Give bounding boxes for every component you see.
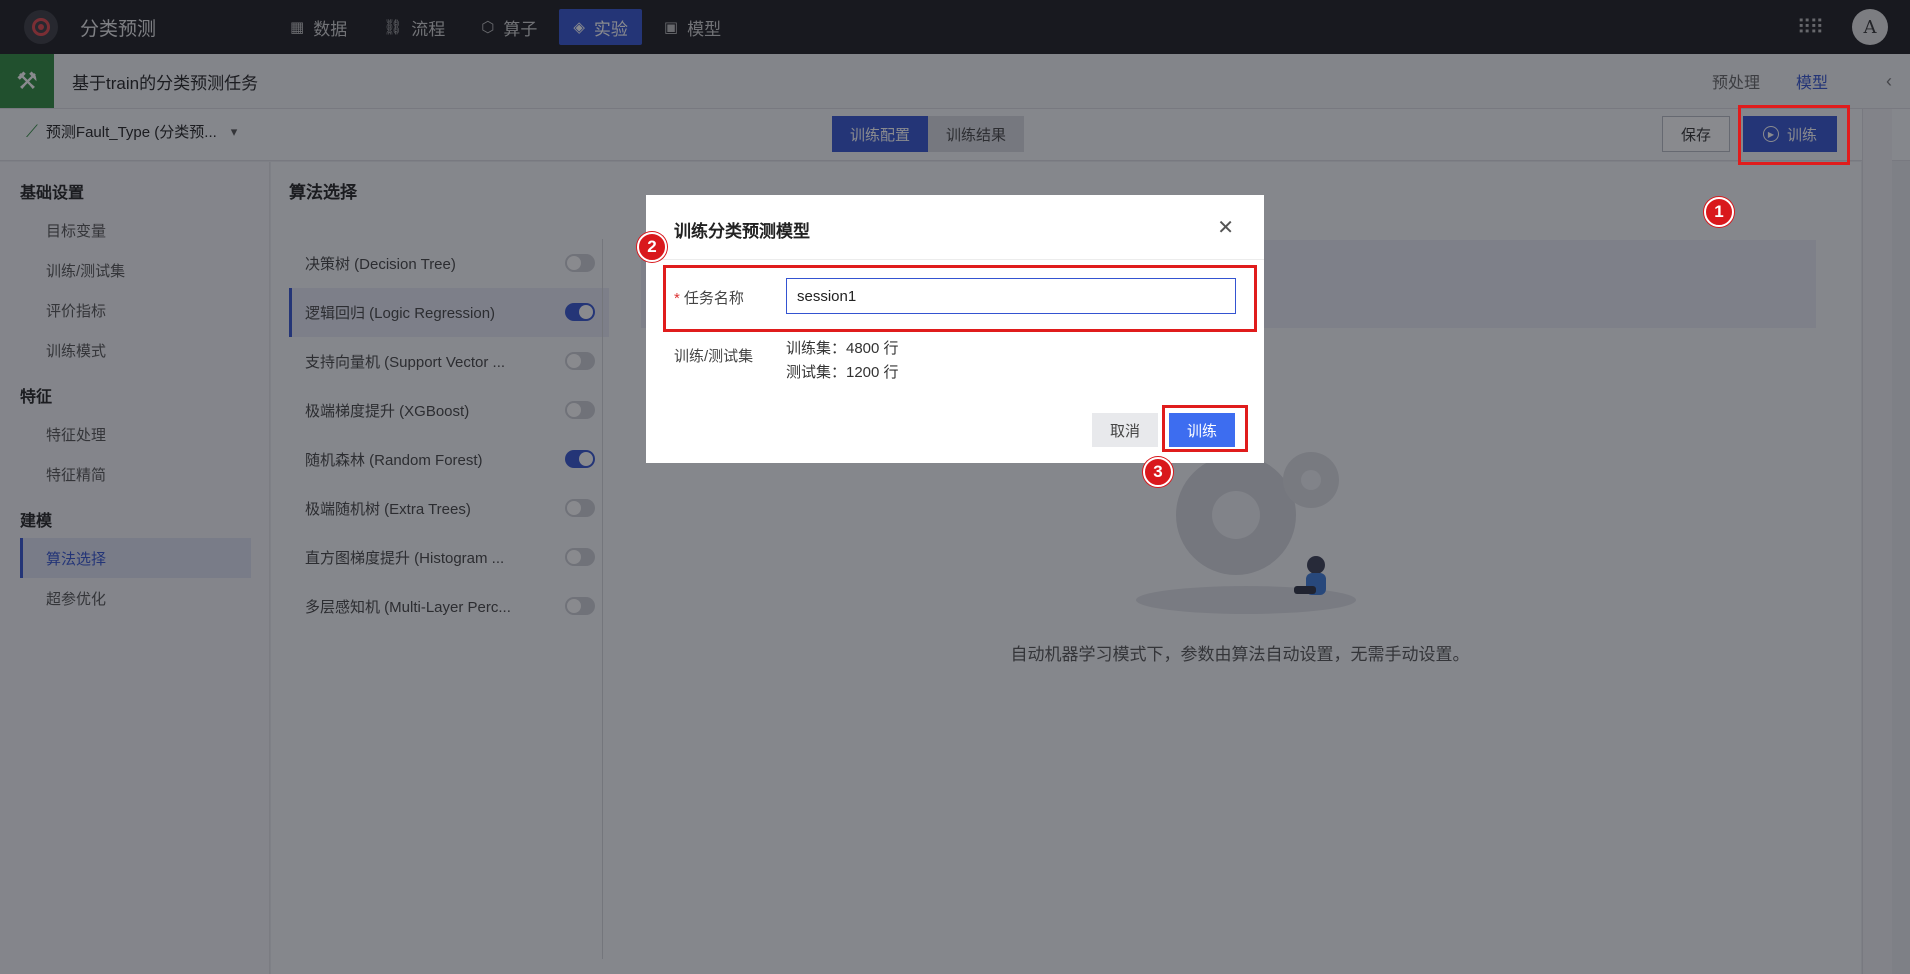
split-label: 训练/测试集 — [674, 348, 754, 365]
close-icon[interactable]: ✕ — [1217, 215, 1234, 240]
modal-divider — [646, 259, 1264, 260]
test-count: 测试集：1200 行 — [786, 364, 899, 381]
train-count: 训练集：4800 行 — [786, 340, 899, 357]
annotation-box-confirm — [1162, 405, 1248, 452]
annotation-box-train — [1738, 105, 1850, 165]
step-badge-2: 2 — [637, 232, 667, 262]
step-badge-3: 3 — [1143, 457, 1173, 487]
modal-title: 训练分类预测模型 — [674, 222, 810, 241]
annotation-box-name — [663, 265, 1257, 332]
cancel-button[interactable]: 取消 — [1092, 413, 1158, 447]
modal-overlay[interactable] — [0, 0, 1910, 974]
step-badge-1: 1 — [1704, 197, 1734, 227]
